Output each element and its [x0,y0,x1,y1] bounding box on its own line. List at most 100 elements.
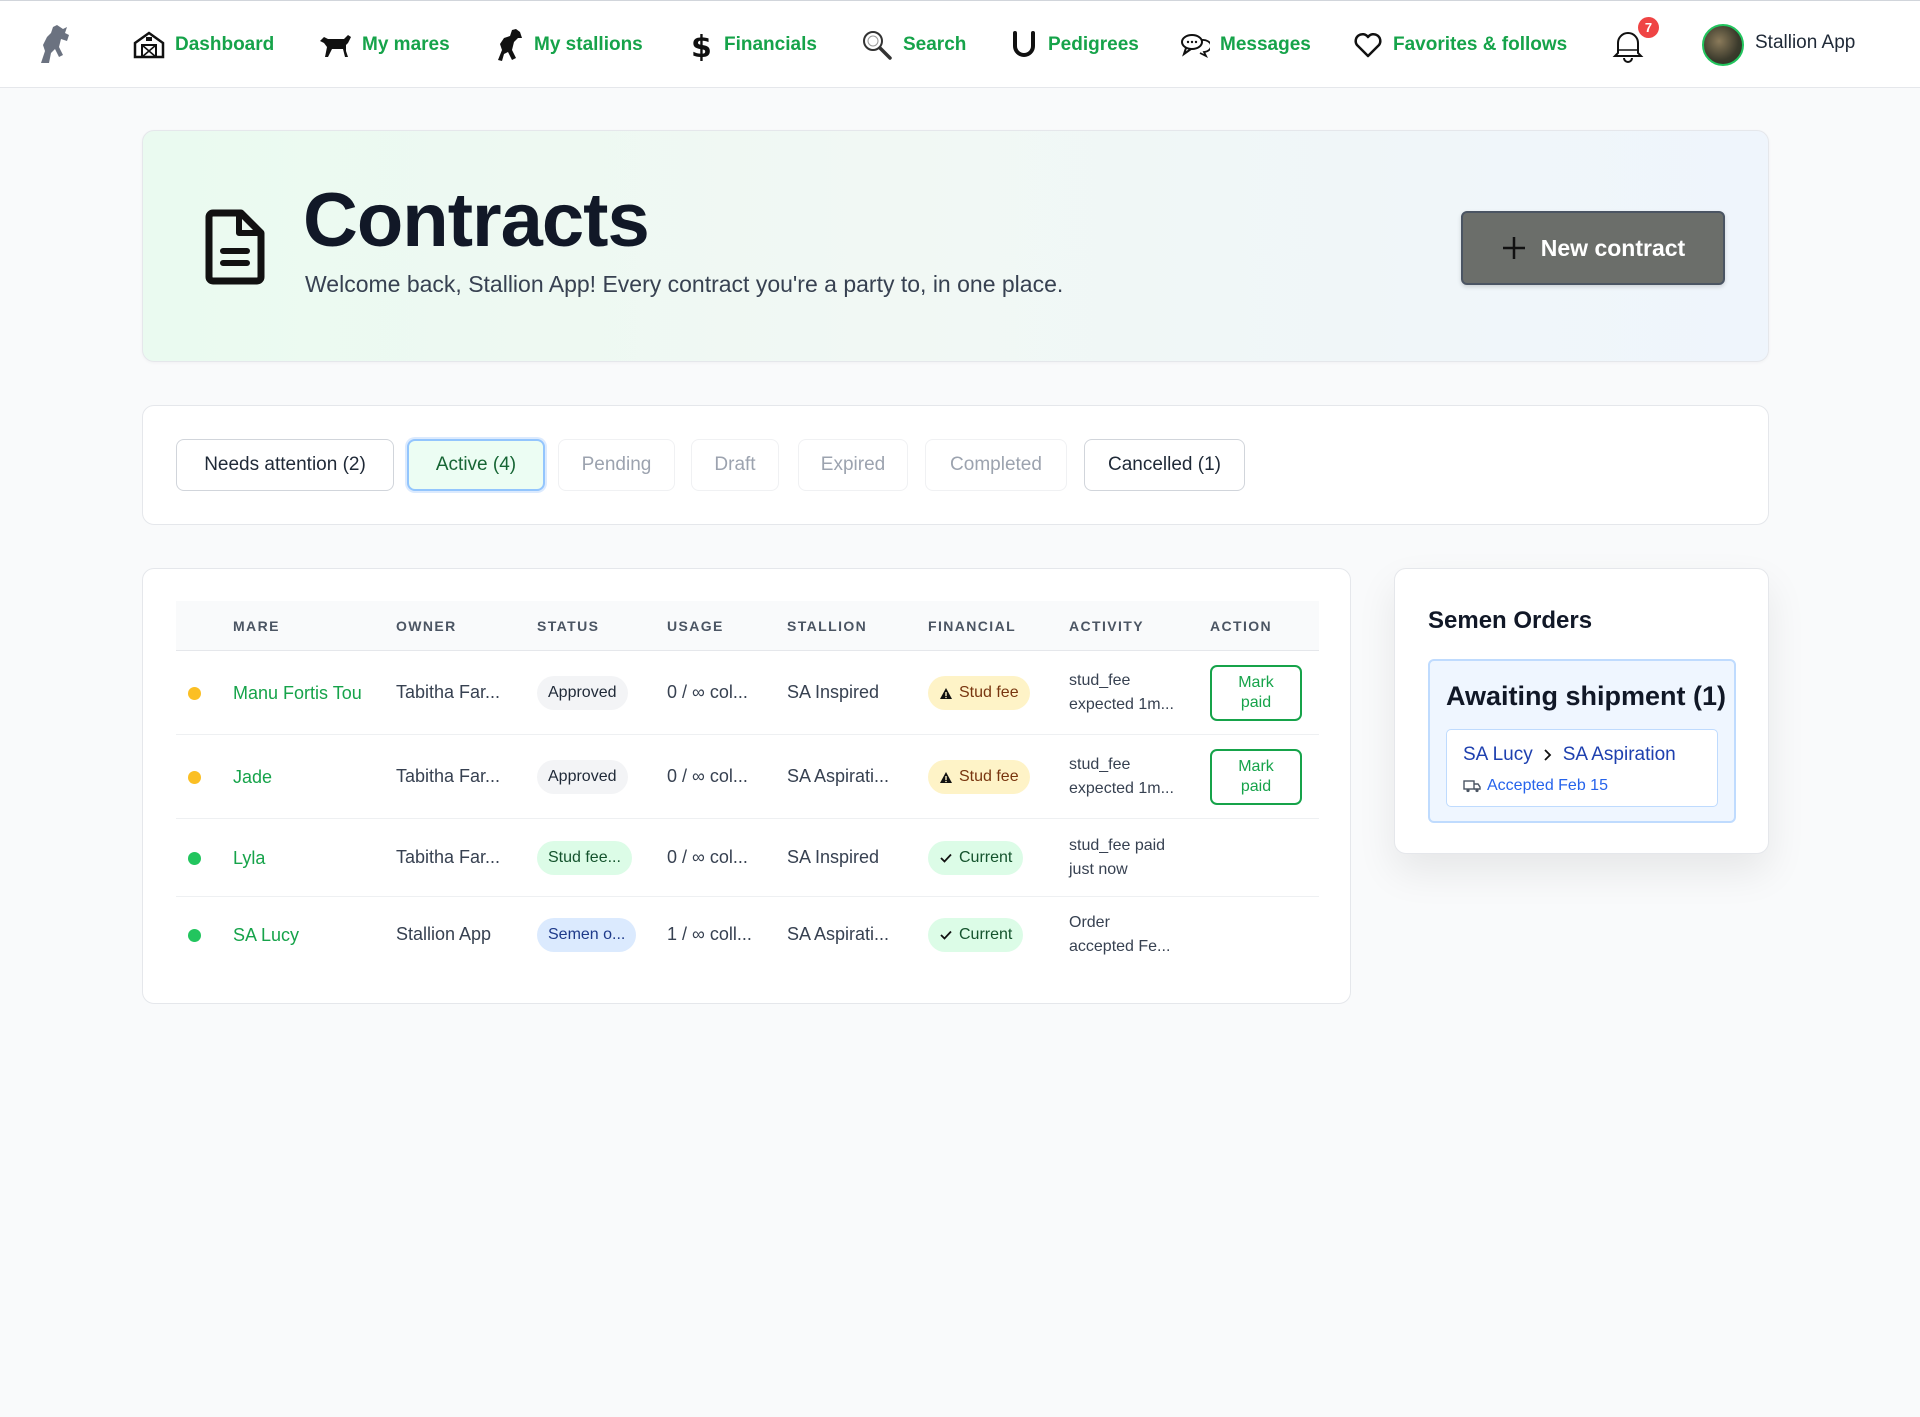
nav-financials[interactable]: $ Financials [688,25,817,65]
nav-search[interactable]: Search [861,25,966,65]
order-date-label: Accepted Feb 15 [1487,777,1608,794]
dollar-icon: $ [691,30,712,61]
page-subtitle: Welcome back, Stallion App! Every contra… [305,271,1064,297]
stallion-cell: SA Inspired [787,682,880,702]
activity-cell: stud_fee expected 1m... [1069,753,1174,801]
order-date: Accepted Feb 15 [1463,777,1608,795]
financial-badge: Current [928,841,1024,875]
filter-completed[interactable]: Completed [925,439,1067,491]
table-header: MARE OWNER STATUS USAGE STALLION FINANCI… [176,601,1319,651]
table-row[interactable]: Lyla Tabitha Far... Stud fee... 0 / ∞ co… [176,819,1319,897]
awaiting-shipment-group: Awaiting shipment (1) SA Lucy SA Aspirat… [1428,659,1736,823]
notification-badge: 7 [1638,17,1659,38]
mark-paid-button[interactable]: Mark paid [1210,749,1302,805]
owner-cell: Stallion App [396,924,492,944]
barn-icon [133,31,165,59]
nav-my-mares[interactable]: My mares [318,25,450,65]
user-name[interactable]: Stallion App [1755,32,1855,54]
nav-favorites-label: Favorites & follows [1393,34,1568,55]
document-icon [205,209,265,285]
horse-icon [320,35,351,57]
stallion-cell: SA Inspired [787,847,880,867]
nav-my-stallions[interactable]: My stallions [492,25,643,65]
chevron-right-icon [1544,749,1551,761]
top-navbar: Dashboard My mares My stallions $ Financ… [0,0,1920,88]
col-owner: OWNER [396,618,457,634]
stallion-cell: SA Aspirati... [787,766,890,786]
col-financial: FINANCIAL [928,618,1017,634]
nav-pedigrees[interactable]: Pedigrees [1010,25,1139,65]
col-status: STATUS [537,618,600,634]
status-dot [188,929,201,942]
filter-tabs: Needs attention (2) Active (4) Pending D… [142,405,1769,525]
warning-icon [940,771,952,783]
table-row[interactable]: Manu Fortis Tou Tabitha Far... Approved … [176,651,1319,735]
usage-cell: 0 / ∞ col... [667,766,748,786]
nav-favorites[interactable]: Favorites & follows [1353,25,1567,65]
mare-link[interactable]: Manu Fortis Tou [233,683,370,704]
owner-cell: Tabitha Far... [396,682,501,702]
new-contract-label: New contract [1540,234,1686,261]
mare-link[interactable]: Lyla [233,848,265,869]
contracts-table: MARE OWNER STATUS USAGE STALLION FINANCI… [142,568,1351,1004]
order-stallion: SA Aspiration [1562,744,1676,765]
filter-active[interactable]: Active (4) [407,439,545,491]
avatar[interactable] [1702,24,1744,66]
nav-dashboard-label: Dashboard [175,34,275,55]
status-badge: Semen o... [537,918,637,952]
nav-my-stallions-label: My stallions [534,34,643,55]
truck-icon [1463,780,1481,793]
activity-line-1: stud_fee paid [1069,837,1166,854]
nav-pedigrees-label: Pedigrees [1048,34,1139,55]
page-title: Contracts [303,178,650,263]
activity-line-1: Order [1069,914,1110,931]
mare-link[interactable]: SA Lucy [233,925,299,946]
new-contract-button[interactable]: New contract [1461,211,1725,285]
financial-badge: Stud fee [928,760,1030,794]
financial-label: Stud fee [959,684,1019,701]
filter-cancelled[interactable]: Cancelled (1) [1084,439,1245,491]
usage-cell: 1 / ∞ coll... [667,924,752,944]
filter-needs-attention[interactable]: Needs attention (2) [176,439,394,491]
nav-search-label: Search [903,34,967,55]
status-dot [188,852,201,865]
activity-line-1: stud_fee [1069,672,1131,689]
nav-messages[interactable]: Messages [1180,25,1311,65]
activity-cell: stud_fee expected 1m... [1069,669,1174,717]
horse-logo-icon[interactable] [33,21,77,67]
plus-icon [1502,237,1525,259]
financial-label: Current [959,849,1013,866]
activity-cell: Order accepted Fe... [1069,911,1170,959]
filter-pending[interactable]: Pending [558,439,675,491]
usage-cell: 0 / ∞ col... [667,682,748,702]
col-action: ACTION [1210,618,1273,634]
activity-line-2: expected 1m... [1069,780,1174,797]
nav-dashboard[interactable]: Dashboard [133,25,274,65]
status-badge: Approved [537,760,628,794]
order-path: SA Lucy SA Aspiration [1463,744,1676,766]
status-badge: Approved [537,676,628,710]
usage-cell: 0 / ∞ col... [667,847,748,867]
mark-paid-button[interactable]: Mark paid [1210,665,1302,721]
status-badge: Stud fee... [537,841,632,875]
col-activity: ACTIVITY [1069,618,1144,634]
order-mare: SA Lucy [1463,744,1533,765]
nav-messages-label: Messages [1220,34,1311,55]
nav-my-mares-label: My mares [362,34,450,55]
activity-line-2: expected 1m... [1069,696,1174,713]
nav-financials-label: Financials [724,34,817,55]
warning-icon [940,687,952,699]
table-row[interactable]: Jade Tabitha Far... Approved 0 / ∞ col..… [176,735,1319,819]
filter-draft[interactable]: Draft [691,439,779,491]
page-header: Contracts Welcome back, Stallion App! Ev… [142,130,1769,362]
mare-link[interactable]: Jade [233,767,272,788]
activity-line-2: just now [1069,861,1128,878]
financial-badge: Current [928,918,1024,952]
svg-text:$: $ [691,30,712,61]
filter-expired[interactable]: Expired [798,439,908,491]
table-row[interactable]: SA Lucy Stallion App Semen o... 1 / ∞ co… [176,897,1319,975]
heart-icon [1354,32,1382,58]
search-icon [863,31,892,60]
order-item[interactable]: SA Lucy SA Aspiration Accepted Feb 15 [1446,729,1718,807]
financial-label: Current [959,926,1013,943]
